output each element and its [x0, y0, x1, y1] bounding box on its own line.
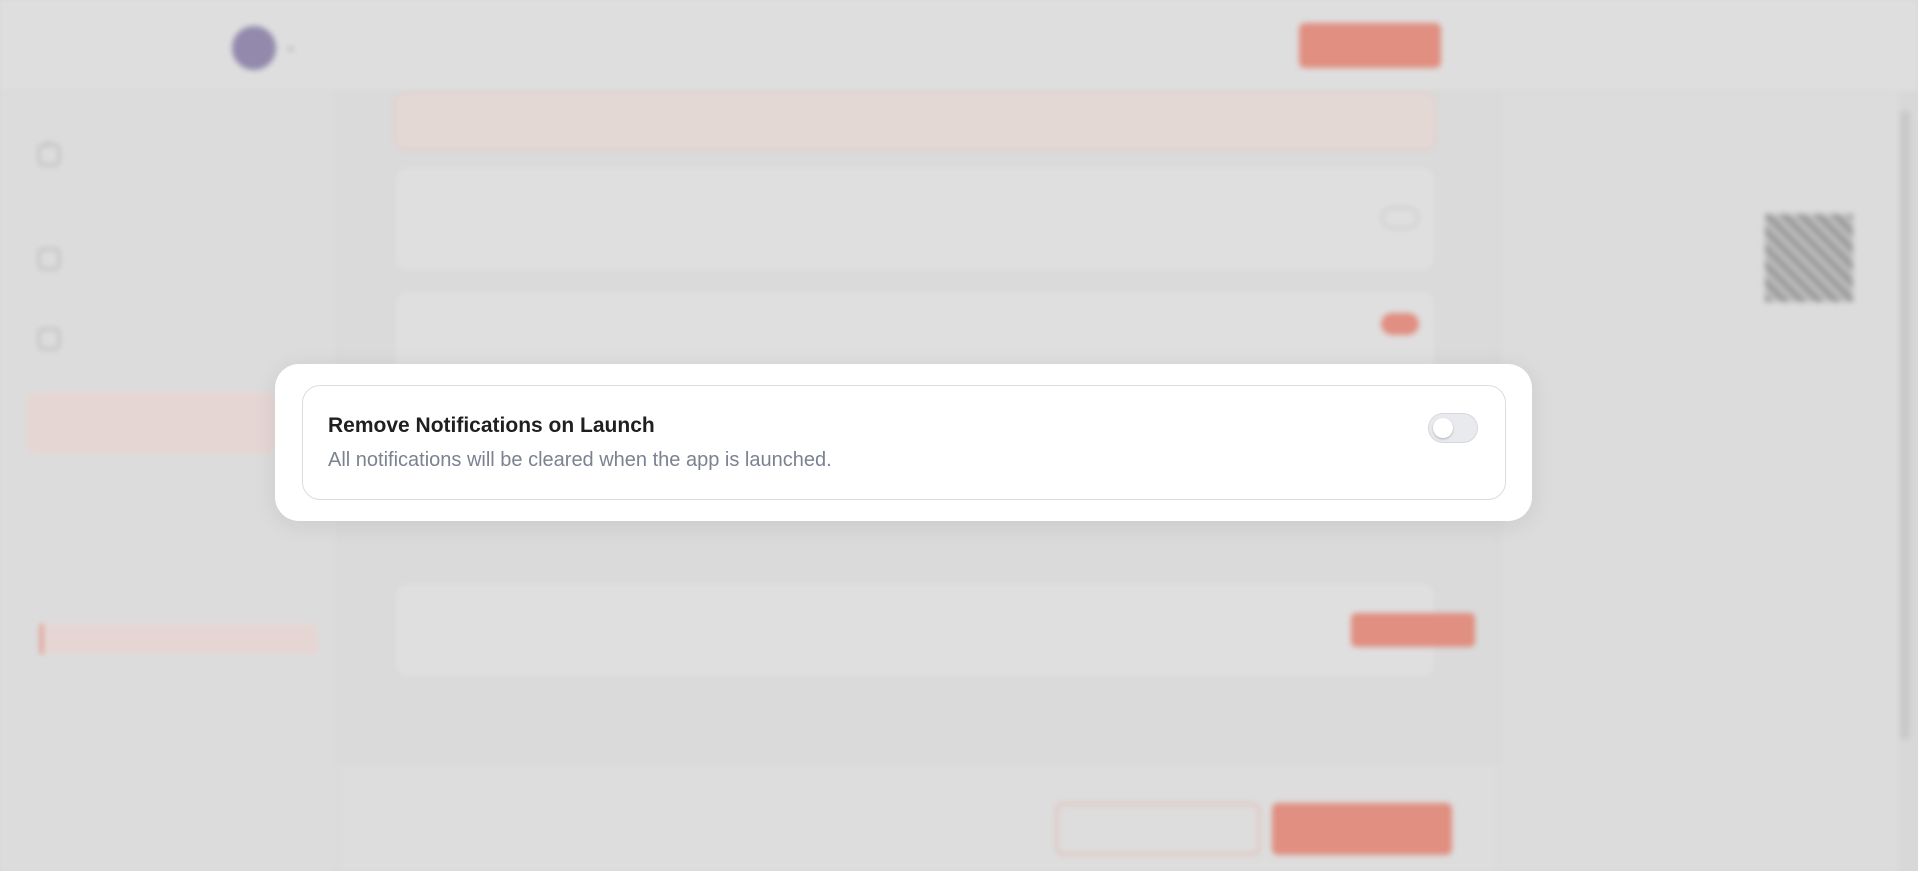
setting-title: Remove Notifications on Launch [328, 414, 655, 437]
toggle-switch [1381, 207, 1419, 229]
reset-button [1056, 803, 1260, 855]
sidebar-item [38, 144, 60, 166]
setting-card [394, 166, 1436, 272]
sidebar-item [38, 248, 60, 270]
monitor-icon [38, 248, 60, 270]
sidebar-subitem-active [40, 624, 318, 654]
avatar [232, 26, 276, 70]
bottom-bar [338, 762, 1498, 871]
chevron-down-icon: ⌄ [284, 36, 298, 55]
setting-modal: Remove Notifications on Launch All notif… [275, 364, 1532, 521]
save-draft-button [1272, 803, 1452, 855]
info-banner [394, 92, 1436, 150]
toggle-switch [1381, 313, 1419, 335]
remove-notifications-toggle[interactable] [1428, 413, 1478, 443]
sidebar-search: ⌕ [26, 124, 316, 160]
link-icon [38, 144, 60, 166]
qr-code [1765, 214, 1853, 302]
top-bar: ⌄ [0, 0, 1918, 92]
sidebar-item-active [26, 392, 276, 454]
upload-button [1351, 613, 1475, 647]
sound-card [394, 582, 1475, 678]
setting-card-remove-notifications: Remove Notifications on Launch All notif… [302, 385, 1506, 500]
sidebar-item [38, 328, 60, 350]
buy-button [1299, 23, 1441, 68]
grid-icon [38, 328, 60, 350]
scrollbar [1900, 110, 1910, 740]
setting-description: All notifications will be cleared when t… [328, 449, 832, 471]
toggle-knob [1433, 418, 1453, 438]
right-panel [1498, 92, 1898, 871]
search-icon: ⌕ [44, 133, 53, 151]
